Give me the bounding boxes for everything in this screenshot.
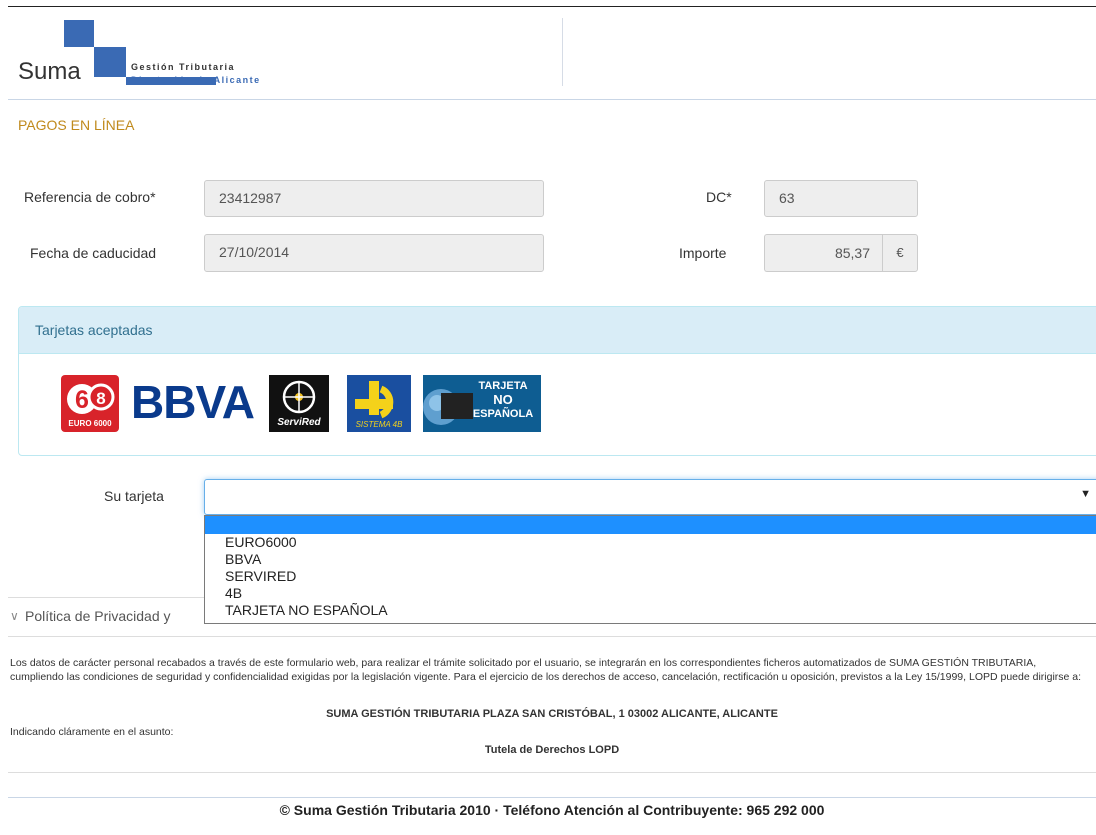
foreign-card-line-2: NO xyxy=(493,392,513,407)
card-select[interactable]: ▼ xyxy=(204,479,1096,515)
reference-label: Referencia de cobro* xyxy=(24,189,156,205)
euro6000-logo-text: EURO 6000 xyxy=(68,419,112,428)
panel-title: Tarjetas aceptadas xyxy=(19,307,1096,354)
dc-field[interactable]: 63 xyxy=(764,180,918,217)
servired-logo-text: ServiRed xyxy=(277,417,321,428)
privacy-toggle[interactable]: Política de Privacidad y xyxy=(25,608,171,624)
privacy-address: SUMA GESTIÓN TRIBUTARIA PLAZA SAN CRISTÓ… xyxy=(326,708,778,720)
card-select-dropdown[interactable]: EURO6000 BBVA SERVIRED 4B TARJETA NO ESP… xyxy=(204,515,1096,624)
logo-square xyxy=(64,20,94,47)
euro6000-logo: 6 8 EURO 6000 xyxy=(61,375,119,432)
foreign-card-line-3: ESPAÑOLA xyxy=(472,408,534,420)
top-border xyxy=(8,6,1096,7)
privacy-divider xyxy=(8,636,1096,637)
bbva-logo-text: BBVA xyxy=(131,376,255,428)
svg-text:6: 6 xyxy=(75,386,89,414)
dropdown-option-empty-selected[interactable] xyxy=(205,516,1096,534)
footer-text: © Suma Gestión Tributaria 2010 · Teléfon… xyxy=(279,802,825,818)
foreign-card-logo-text: TARJETA NO ESPAÑOLA xyxy=(467,379,539,421)
chevron-down-icon[interactable]: ∨ xyxy=(10,609,19,623)
servired-logo: ServiRed xyxy=(269,375,329,432)
logo-tagline-1: Gestión Tributaria xyxy=(131,62,236,72)
card-select-label: Su tarjeta xyxy=(104,488,164,504)
header-divider xyxy=(562,18,563,86)
sistema4b-logo: SISTEMA 4B xyxy=(347,375,411,432)
currency-addon: € xyxy=(882,234,918,272)
dropdown-option[interactable]: BBVA xyxy=(205,551,1096,568)
header-divider xyxy=(8,99,1096,100)
dc-label: DC* xyxy=(706,189,732,205)
expiry-label: Fecha de caducidad xyxy=(30,245,157,261)
dropdown-option[interactable]: EURO6000 xyxy=(205,534,1096,551)
dropdown-option[interactable]: SERVIRED xyxy=(205,568,1096,585)
dropdown-option[interactable]: 4B xyxy=(205,585,1096,602)
foreign-card-line-1: TARJETA xyxy=(478,380,528,392)
chevron-down-icon[interactable]: ▼ xyxy=(1080,488,1091,500)
reference-field[interactable]: 23412987 xyxy=(204,180,544,217)
amount-input-group: 85,37 € xyxy=(764,234,918,272)
amount-field[interactable]: 85,37 xyxy=(764,234,882,272)
privacy-subject-label: Indicando cláramente en el asunto: xyxy=(10,726,174,738)
accepted-cards-panel: Tarjetas aceptadas 6 8 EURO 6000 BBVA Se… xyxy=(18,306,1096,456)
footer-divider xyxy=(8,797,1096,798)
svg-text:8: 8 xyxy=(96,389,105,408)
logo-square xyxy=(94,47,126,77)
divider xyxy=(8,772,1096,773)
dropdown-option[interactable]: TARJETA NO ESPAÑOLA xyxy=(205,602,1096,619)
amount-label: Importe xyxy=(679,245,727,261)
bbva-logo: BBVA xyxy=(131,375,261,432)
page-title: PAGOS EN LÍNEA xyxy=(18,117,135,133)
expiry-field[interactable]: 27/10/2014 xyxy=(204,234,544,272)
privacy-subject-value: Tutela de Derechos LOPD xyxy=(484,744,620,756)
sistema4b-logo-text: SISTEMA 4B xyxy=(355,420,403,429)
logo-tagline-2: Diputación de Alicante xyxy=(131,75,261,85)
privacy-text: Los datos de carácter personal recabados… xyxy=(10,657,1082,683)
foreign-card-logo: TARJETA NO ESPAÑOLA xyxy=(423,375,541,432)
logo-wordmark: Suma xyxy=(18,58,81,85)
